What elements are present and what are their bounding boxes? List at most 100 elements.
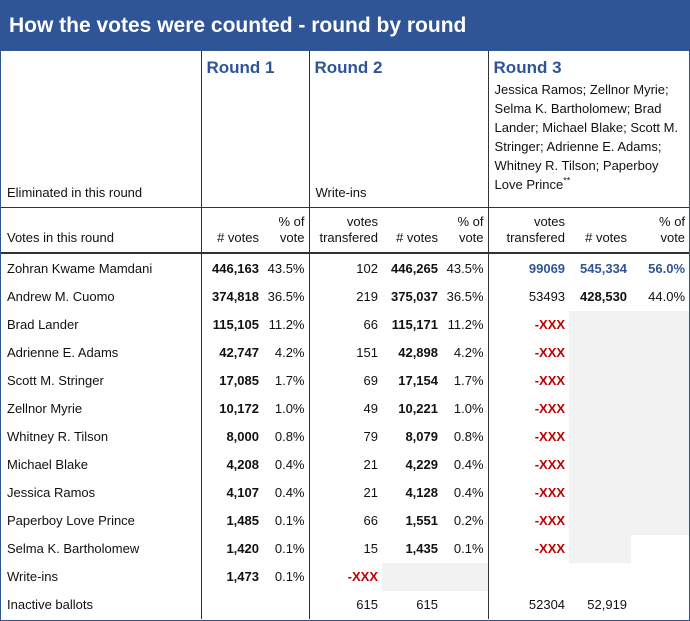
- r2-eliminated-mark: -XXX: [308, 563, 382, 591]
- r2-transfer: 49: [308, 395, 382, 423]
- r3-votes: 52,919: [587, 597, 628, 612]
- r1-votes-empty: [200, 591, 263, 619]
- r2-transfer: 79: [308, 423, 382, 451]
- r2-transfer: 69: [308, 367, 382, 395]
- r3-eliminated-mark: -XXX: [487, 367, 570, 395]
- r3-votes-empty: [569, 311, 632, 339]
- r1-votes: 4,107: [200, 479, 263, 507]
- r3-eliminated-mark: -XXX: [487, 339, 570, 367]
- r3-pct-empty: [631, 423, 690, 451]
- r3-pct-empty: [631, 479, 690, 507]
- candidate-name: Zellnor Myrie: [7, 401, 83, 416]
- table-row: Paperboy Love Prince 1,485 0.1% 66 1,551…: [1, 507, 690, 535]
- r2-pct: 0.4%: [453, 485, 484, 500]
- r3-pct-empty: [631, 311, 690, 339]
- page-title: How the votes were counted - round by ro…: [1, 1, 689, 51]
- r2-pct: 11.2%: [447, 317, 484, 332]
- r3-votes-empty: [569, 423, 632, 451]
- r1-votes: 374,818: [200, 283, 263, 311]
- r2-votes: 1,435: [405, 541, 438, 556]
- r3-transfer-empty: [487, 563, 570, 591]
- r2-votes: 8,079: [405, 429, 438, 444]
- r2-transfer: 66: [308, 311, 382, 339]
- r3-pct-empty: [631, 367, 690, 395]
- r3-transfer: 53493: [487, 283, 570, 311]
- r2-pct-empty: [442, 563, 489, 591]
- r3-votes-empty: [569, 507, 632, 535]
- r3-votes-header: # votes: [569, 206, 632, 254]
- r1-pct: 0.1%: [274, 569, 305, 584]
- r3-eliminated-mark: -XXX: [487, 479, 570, 507]
- r2-votes: 615: [416, 597, 438, 612]
- r1-votes: 115,105: [200, 311, 263, 339]
- r2-pct: 0.8%: [453, 429, 484, 444]
- round-1-title: Round 1: [200, 51, 309, 207]
- table-row: Inactive ballots 615 615 52304 52,919: [1, 591, 689, 619]
- table-row: Write-ins 1,473 0.1% -XXX: [1, 563, 689, 591]
- round-2-title: Round 2: [314, 58, 383, 77]
- table-row: Zohran Kwame Mamdani 446,163 43.5% 102 4…: [1, 253, 689, 283]
- r3-transfer: 52304: [487, 591, 570, 619]
- r3-transfer-header: votes transfered: [487, 206, 570, 254]
- round-2-header: Round 2 Write-ins: [308, 51, 489, 207]
- r2-transfer: 615: [308, 591, 382, 619]
- candidate-name: Selma K. Bartholomew: [7, 541, 140, 556]
- r2-transfer: 21: [308, 479, 382, 507]
- r2-pct: 0.4%: [453, 457, 484, 472]
- candidate-name: Andrew M. Cuomo: [7, 289, 115, 304]
- r3-pct-empty: [631, 563, 689, 591]
- r1-votes-header: # votes: [200, 206, 263, 254]
- r2-pct: 0.2%: [453, 513, 484, 528]
- r1-votes: 8,000: [200, 423, 263, 451]
- table-row: Andrew M. Cuomo 374,818 36.5% 219 375,03…: [1, 283, 689, 311]
- r1-pct: 0.1%: [274, 541, 305, 556]
- r1-votes: 1,473: [200, 563, 263, 591]
- r3-pct: 44.0%: [648, 289, 686, 304]
- r1-pct: 0.4%: [274, 457, 305, 472]
- r3-votes-empty: [569, 395, 632, 423]
- r1-pct: 1.0%: [274, 401, 305, 416]
- candidate-name: Zohran Kwame Mamdani: [7, 260, 153, 276]
- r1-votes: 10,172: [200, 395, 263, 423]
- r2-transfer-header: votes transfered: [308, 206, 382, 254]
- r1-votes: 17,085: [200, 367, 263, 395]
- r3-pct-empty: [631, 451, 690, 479]
- r2-pct: 4.2%: [453, 345, 484, 360]
- r2-votes: 4,128: [405, 485, 438, 500]
- r3-pct-header: % of vote: [631, 206, 690, 254]
- r2-transfer: 66: [308, 507, 382, 535]
- r3-pct-empty: [631, 591, 689, 619]
- eliminated-label: Eliminated in this round: [7, 184, 143, 200]
- r1-pct: 11.2%: [268, 317, 305, 332]
- r3-transfer: 99069: [487, 253, 570, 283]
- round-3-title: Round 3: [493, 58, 562, 77]
- r2-transfer: 15: [308, 535, 382, 563]
- r1-pct-header: % of vote: [263, 206, 309, 254]
- candidate-name: Write-ins: [7, 569, 59, 584]
- r3-pct-empty: [631, 535, 689, 563]
- r3-eliminated-mark: -XXX: [487, 395, 570, 423]
- r1-votes: 446,163: [200, 253, 263, 283]
- r1-pct: 0.4%: [274, 485, 305, 500]
- round-2-eliminated: Write-ins: [315, 184, 367, 200]
- round-3-eliminated: Jessica Ramos; Zellnor Myrie; Selma K. B…: [489, 76, 689, 198]
- r3-pct-empty: [631, 395, 690, 423]
- r2-pct-empty: [442, 591, 488, 619]
- round-3-header: Round 3 Jessica Ramos; Zellnor Myrie; Se…: [487, 51, 690, 207]
- candidate-name: Paperboy Love Prince: [7, 513, 135, 528]
- r1-pct: 36.5%: [267, 289, 305, 304]
- r3-votes-empty: [569, 479, 632, 507]
- r2-votes: 375,037: [391, 289, 438, 304]
- table-row: Adrienne E. Adams 42,747 4.2% 151 42,898…: [1, 339, 690, 367]
- r2-transfer: 151: [308, 339, 382, 367]
- r3-votes: 545,334: [580, 260, 628, 276]
- r2-pct: 36.5%: [446, 289, 484, 304]
- r2-transfer: 102: [308, 253, 382, 283]
- candidate-name: Brad Lander: [7, 317, 79, 332]
- r3-votes-empty: [569, 451, 632, 479]
- r3-votes-empty: [569, 535, 632, 563]
- r2-votes: 1,551: [405, 513, 438, 528]
- r3-eliminated-mark: -XXX: [487, 535, 570, 563]
- table-row: Scott M. Stringer 17,085 1.7% 69 17,154 …: [1, 367, 690, 395]
- row-label-inactive: Inactive ballots: [7, 597, 93, 612]
